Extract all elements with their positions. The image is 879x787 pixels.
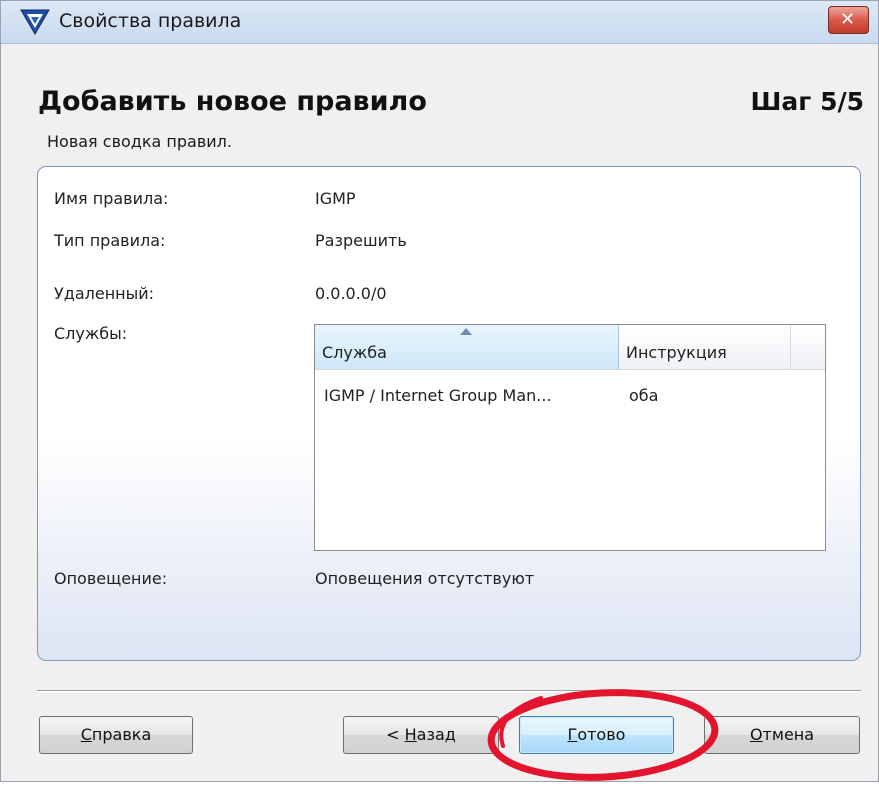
page-subtitle: Новая сводка правил.	[47, 132, 232, 151]
column-header-service[interactable]: Служба	[315, 325, 619, 369]
step-indicator: Шаг 5/5	[750, 87, 864, 116]
remote-label: Удаленный:	[54, 284, 155, 303]
firewall-shield-icon	[20, 9, 50, 35]
help-button[interactable]: Справка	[39, 716, 193, 754]
back-button-prefix: <	[386, 725, 405, 744]
rule-summary-panel: Имя правила: IGMP Тип правила: Разрешить…	[37, 166, 861, 661]
rule-name-label: Имя правила:	[54, 189, 169, 208]
footer-divider	[37, 690, 861, 692]
rule-name-value: IGMP	[315, 189, 356, 208]
help-button-label: правка	[91, 725, 152, 744]
cancel-button-mnemonic: О	[749, 725, 763, 744]
notification-label: Оповещение:	[54, 569, 168, 588]
remote-value: 0.0.0.0/0	[315, 284, 387, 303]
back-button[interactable]: < Назад	[343, 716, 499, 754]
service-cell: IGMP / Internet Group Man...	[324, 386, 552, 405]
page-title: Добавить новое правило	[38, 86, 427, 117]
sort-ascending-icon	[460, 328, 472, 335]
rule-type-value: Разрешить	[315, 231, 407, 250]
finish-button-label: отово	[577, 725, 626, 744]
finish-button-mnemonic: Г	[567, 725, 578, 744]
rule-type-label: Тип правила:	[54, 231, 166, 250]
cancel-button-label: тмена	[762, 725, 815, 744]
back-button-mnemonic: Н	[404, 725, 417, 744]
finish-button[interactable]: Готово	[519, 716, 674, 754]
services-list[interactable]: Служба Инструкция IGMP / Internet Group …	[314, 324, 826, 551]
cancel-button[interactable]: Отмена	[704, 716, 860, 754]
window-title: Свойства правила	[59, 10, 242, 32]
rule-properties-dialog: Свойства правила ✕ Добавить новое правил…	[0, 0, 879, 782]
back-button-label: азад	[416, 725, 456, 744]
column-header-service-label: Служба	[322, 343, 387, 362]
services-list-header: Служба Инструкция	[315, 325, 825, 370]
help-button-mnemonic: С	[80, 725, 92, 744]
direction-cell: оба	[629, 386, 659, 405]
close-icon: ✕	[840, 9, 856, 30]
close-button[interactable]: ✕	[828, 6, 869, 34]
services-label: Службы:	[54, 324, 128, 343]
column-header-direction-label: Инструкция	[626, 343, 727, 362]
notification-value: Оповещения отсутствуют	[315, 569, 535, 588]
column-header-direction[interactable]: Инструкция	[619, 325, 791, 369]
title-bar[interactable]: Свойства правила ✕	[1, 1, 878, 44]
